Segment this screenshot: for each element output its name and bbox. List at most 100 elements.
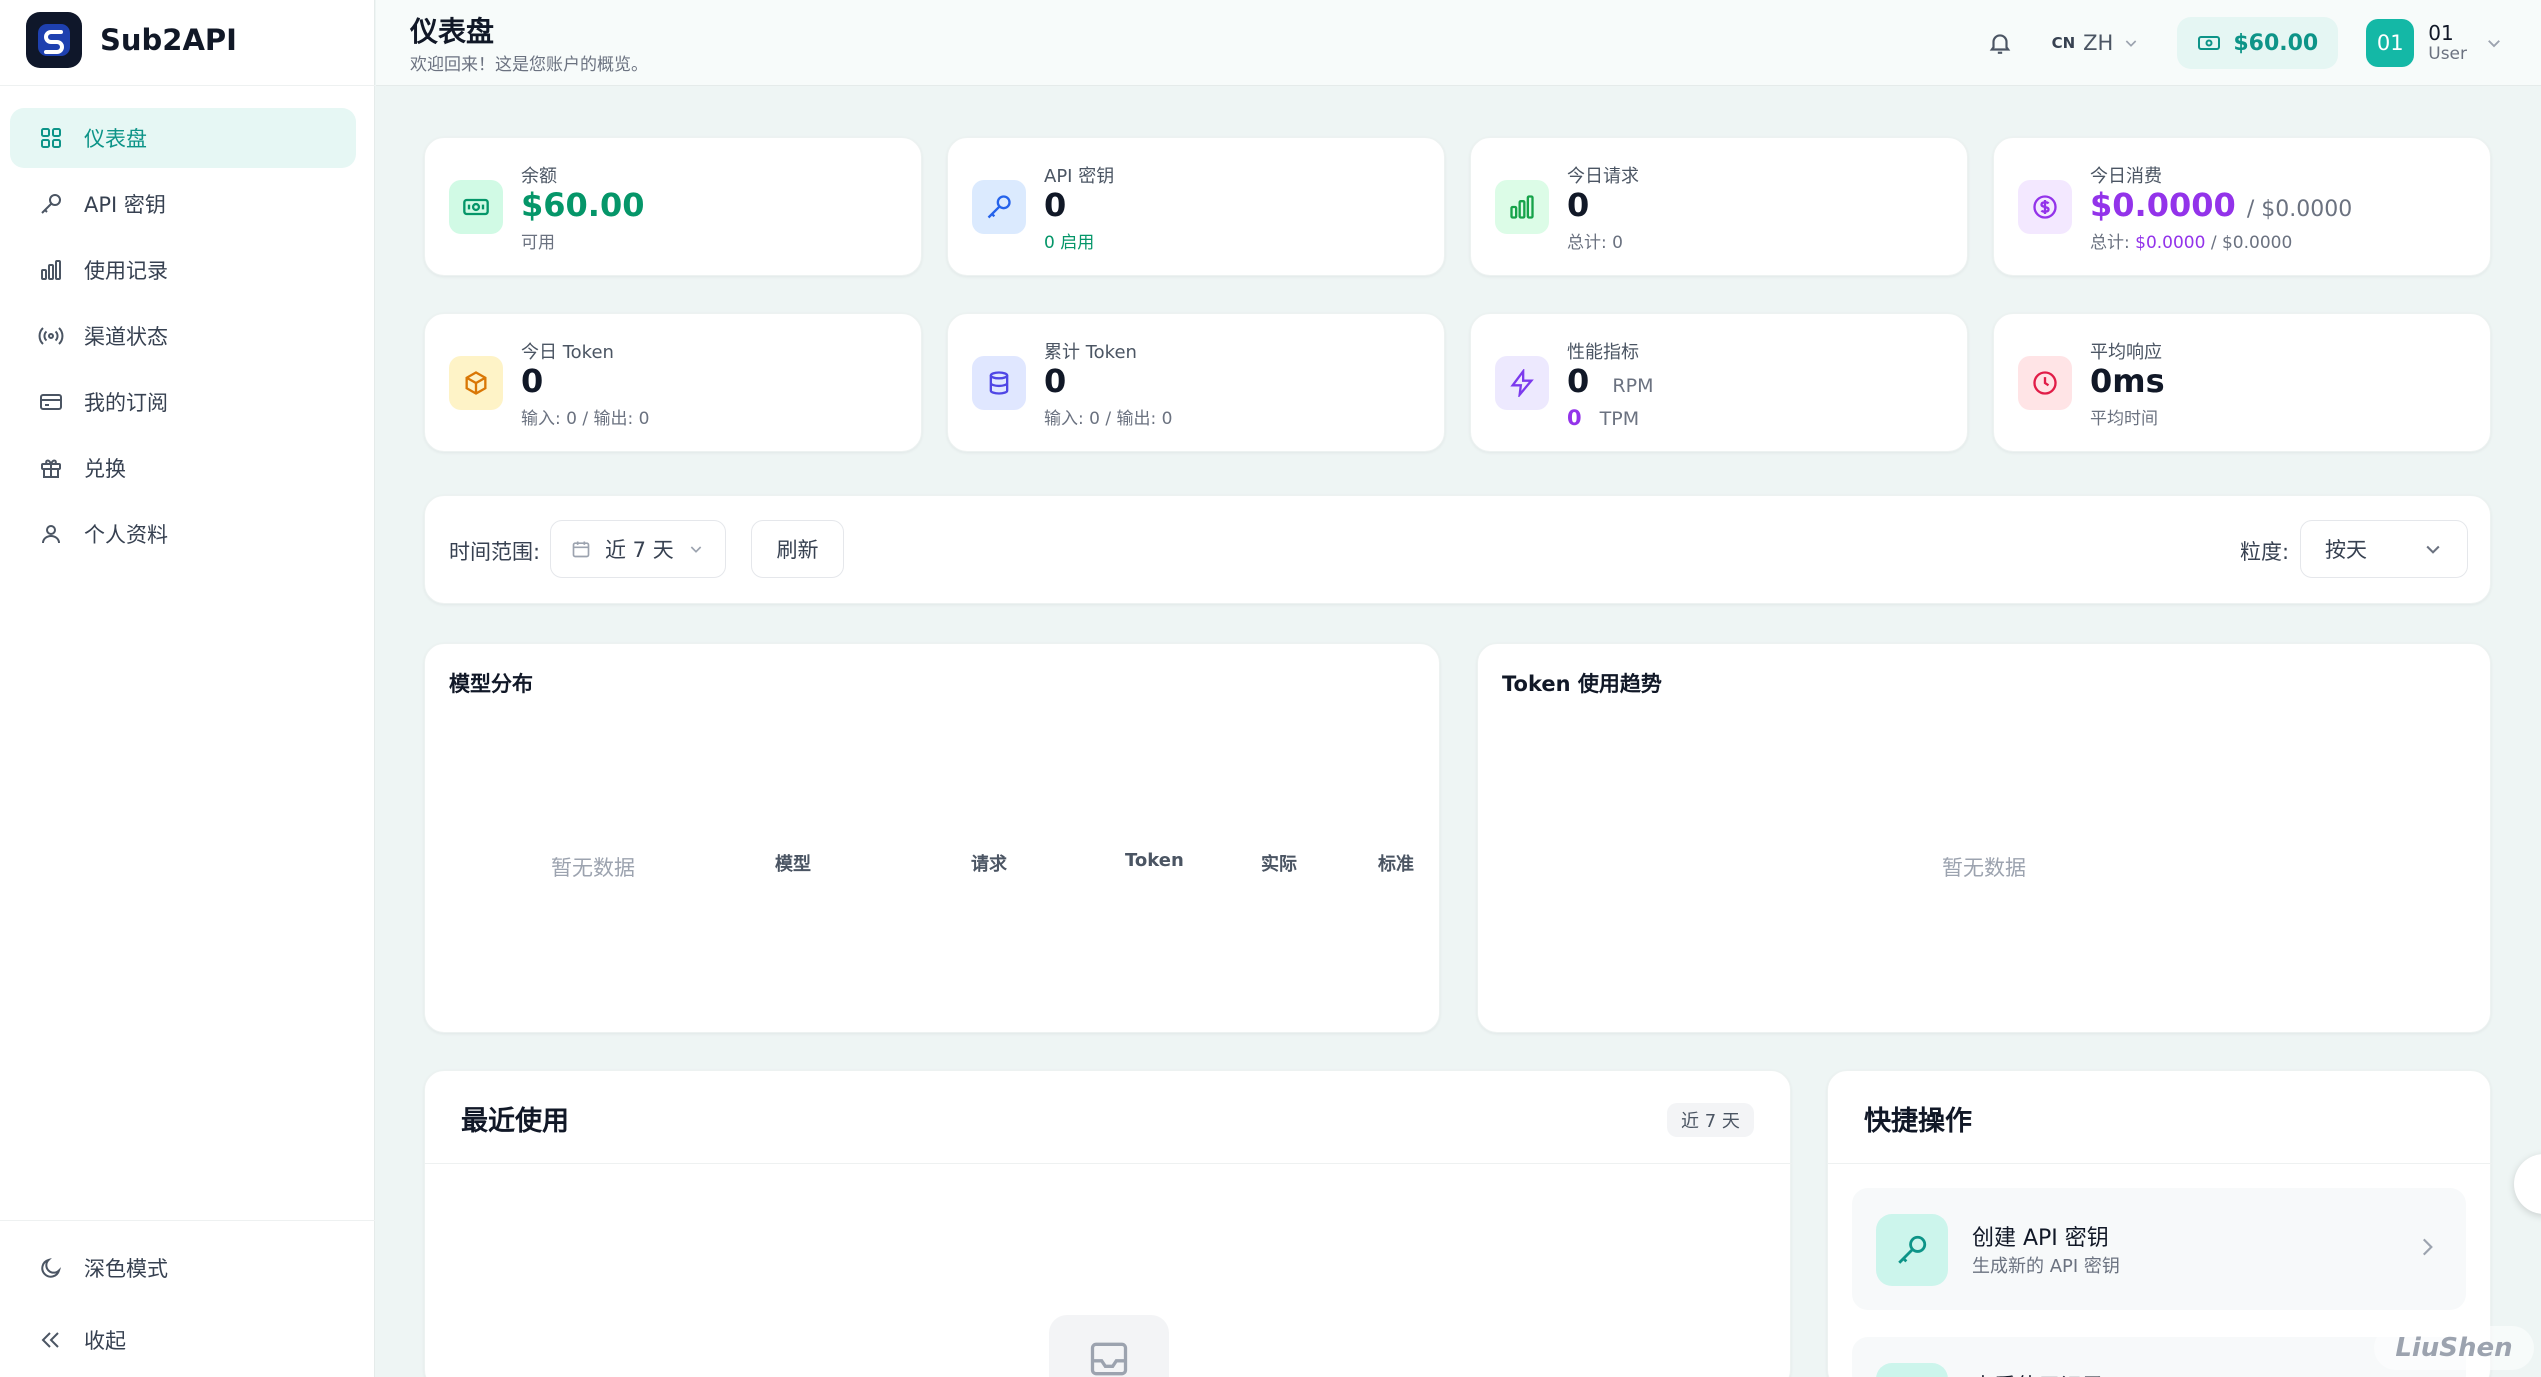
stat-card-total-tokens: 累计 Token 0 输入: 0 / 输出: 0	[947, 313, 1445, 452]
divider	[425, 1163, 1792, 1164]
money-icon	[2198, 36, 2221, 50]
brand-name: Sub2API	[100, 23, 237, 57]
sidebar-item-channel-status[interactable]: 渠道状态	[10, 306, 356, 366]
panel-title: Token 使用趋势	[1502, 672, 1662, 696]
sidebar-item-label: API 密钥	[84, 193, 166, 217]
quick-action-subtitle: 生成新的 API 密钥	[1972, 1256, 2120, 1277]
collapse-sidebar-button[interactable]: 收起	[10, 1310, 356, 1370]
notification-bell-icon[interactable]	[1982, 25, 2018, 61]
calendar-icon	[572, 541, 590, 558]
quick-action-title: 创建 API 密钥	[1972, 1226, 2109, 1251]
stat-sub-group: 总计: $0.0000 / $0.0000	[2090, 228, 2292, 253]
stat-label: 性能指标	[1567, 342, 1639, 363]
header-balance[interactable]: $60.00	[2177, 17, 2339, 69]
section-title: 最近使用	[461, 1106, 569, 1137]
sidebar-item-api-keys[interactable]: API 密钥	[10, 174, 356, 234]
divider	[0, 1220, 375, 1221]
stat-sub: 平均时间	[2090, 409, 2158, 429]
stat-value-group: $0.0000 / $0.0000	[2090, 186, 2352, 224]
bar-chart-icon	[36, 255, 66, 285]
page-title: 仪表盘	[410, 15, 495, 48]
bar-chart-icon	[1876, 1363, 1948, 1377]
brand[interactable]: Sub2API	[26, 12, 237, 68]
key-icon	[1876, 1214, 1948, 1286]
stat-card-today-cost: 今日消费 $0.0000 / $0.0000 总计: $0.0000 / $0.…	[1993, 137, 2491, 276]
empty-inbox-icon	[1049, 1315, 1169, 1377]
header-balance-value: $60.00	[2233, 30, 2319, 56]
time-range-value: 近 7 天	[605, 538, 674, 562]
chevrons-left-icon	[36, 1325, 66, 1355]
main-content: 余额 $60.00 可用 API 密钥 0 0 启用 今日请求 0 总计: 0 …	[376, 86, 2541, 1377]
sidebar: Sub2API 仪表盘 API 密钥 使用记录 渠道状态 我的订阅 兑换 个人资…	[0, 0, 375, 1377]
dollar-icon	[2018, 180, 2072, 234]
sidebar-nav: 仪表盘 API 密钥 使用记录 渠道状态 我的订阅 兑换 个人资料	[10, 108, 356, 570]
panel-title: 模型分布	[449, 672, 533, 696]
sidebar-item-label: 渠道状态	[84, 325, 168, 349]
sidebar-item-label: 使用记录	[84, 259, 168, 283]
bar-chart-icon	[1495, 180, 1549, 234]
stat-label: 余额	[521, 166, 557, 187]
stat-label: 今日请求	[1567, 166, 1639, 187]
brand-logo-icon	[26, 12, 82, 68]
language-switcher[interactable]: CN ZH	[2052, 31, 2140, 55]
granularity-value: 按天	[2325, 538, 2367, 562]
dark-mode-label: 深色模式	[84, 1257, 168, 1281]
sidebar-item-label: 个人资料	[84, 523, 168, 547]
stat-label: 今日 Token	[521, 342, 614, 363]
stat-card-today-tokens: 今日 Token 0 输入: 0 / 输出: 0	[424, 313, 922, 452]
stat-sub-secondary: / $0.0000	[2205, 233, 2293, 253]
sidebar-item-redeem[interactable]: 兑换	[10, 438, 356, 498]
column-header: 标准	[1378, 854, 1414, 875]
divider	[0, 85, 375, 86]
stat-value: 0	[1567, 186, 1590, 224]
column-header: Token	[1125, 850, 1184, 871]
stat-value: 0	[1044, 186, 1067, 224]
time-range-select[interactable]: 近 7 天	[550, 520, 726, 578]
quick-action-create-api-key[interactable]: 创建 API 密钥 生成新的 API 密钥	[1852, 1188, 2466, 1310]
rpm-value: 0	[1567, 362, 1590, 400]
stat-sub: 可用	[521, 233, 555, 253]
stat-sub: 输入: 0 / 输出: 0	[1044, 409, 1173, 429]
divider	[1828, 1163, 2492, 1164]
granularity-label: 粒度:	[2240, 540, 2290, 564]
dark-mode-toggle[interactable]: 深色模式	[10, 1238, 356, 1298]
chevron-down-icon	[2126, 40, 2137, 47]
dashboard-grid-icon	[36, 123, 66, 153]
refresh-button[interactable]: 刷新	[751, 520, 844, 578]
time-range-label: 时间范围:	[449, 540, 541, 564]
user-role: User	[2428, 43, 2467, 64]
lightning-icon	[1495, 356, 1549, 410]
stat-value: 0	[521, 362, 544, 400]
tpm-unit: TPM	[1599, 408, 1640, 430]
chevron-down-icon	[690, 546, 701, 553]
chevron-down-icon	[2426, 545, 2440, 554]
column-header: 请求	[971, 854, 1007, 875]
stat-label: 平均响应	[2090, 342, 2162, 363]
sidebar-item-dashboard[interactable]: 仪表盘	[10, 108, 356, 168]
sidebar-item-profile[interactable]: 个人资料	[10, 504, 356, 564]
chevron-down-icon[interactable]	[2485, 34, 2503, 52]
language-flag: CN	[2051, 34, 2076, 52]
token-trend-panel: Token 使用趋势 暂无数据	[1477, 643, 2491, 1033]
user-icon	[36, 519, 66, 549]
watermark: LiuShen	[2374, 1326, 2534, 1370]
sidebar-item-subscriptions[interactable]: 我的订阅	[10, 372, 356, 432]
stat-sub: 输入: 0 / 输出: 0	[521, 409, 650, 429]
top-header: 仪表盘 欢迎回来！这是您账户的概览。 CN ZH $60.00 01 01 Us…	[376, 0, 2541, 86]
avatar[interactable]: 01	[2366, 19, 2415, 67]
sidebar-footer: 深色模式 收起	[10, 1238, 356, 1377]
stat-card-api-keys: API 密钥 0 0 启用	[947, 137, 1445, 276]
stat-card-today-requests: 今日请求 0 总计: 0	[1470, 137, 1968, 276]
stat-label: API 密钥	[1044, 166, 1115, 187]
stat-value: $0.0000	[2090, 186, 2236, 224]
stat-card-performance: 性能指标 0 RPM 0 TPM	[1470, 313, 1968, 452]
stat-sub-prefix: 总计:	[2090, 233, 2136, 253]
model-distribution-panel: 模型分布 暂无数据 模型 请求 Token 实际 标准	[424, 643, 1440, 1033]
tpm-row: 0 TPM	[1567, 406, 1639, 430]
stat-sub: 0 启用	[1044, 233, 1095, 253]
user-menu[interactable]: 01 User	[2428, 21, 2467, 65]
sidebar-item-label: 仪表盘	[84, 127, 147, 151]
sidebar-item-usage[interactable]: 使用记录	[10, 240, 356, 300]
granularity-select[interactable]: 按天	[2300, 520, 2468, 578]
stat-value: $60.00	[521, 186, 645, 224]
